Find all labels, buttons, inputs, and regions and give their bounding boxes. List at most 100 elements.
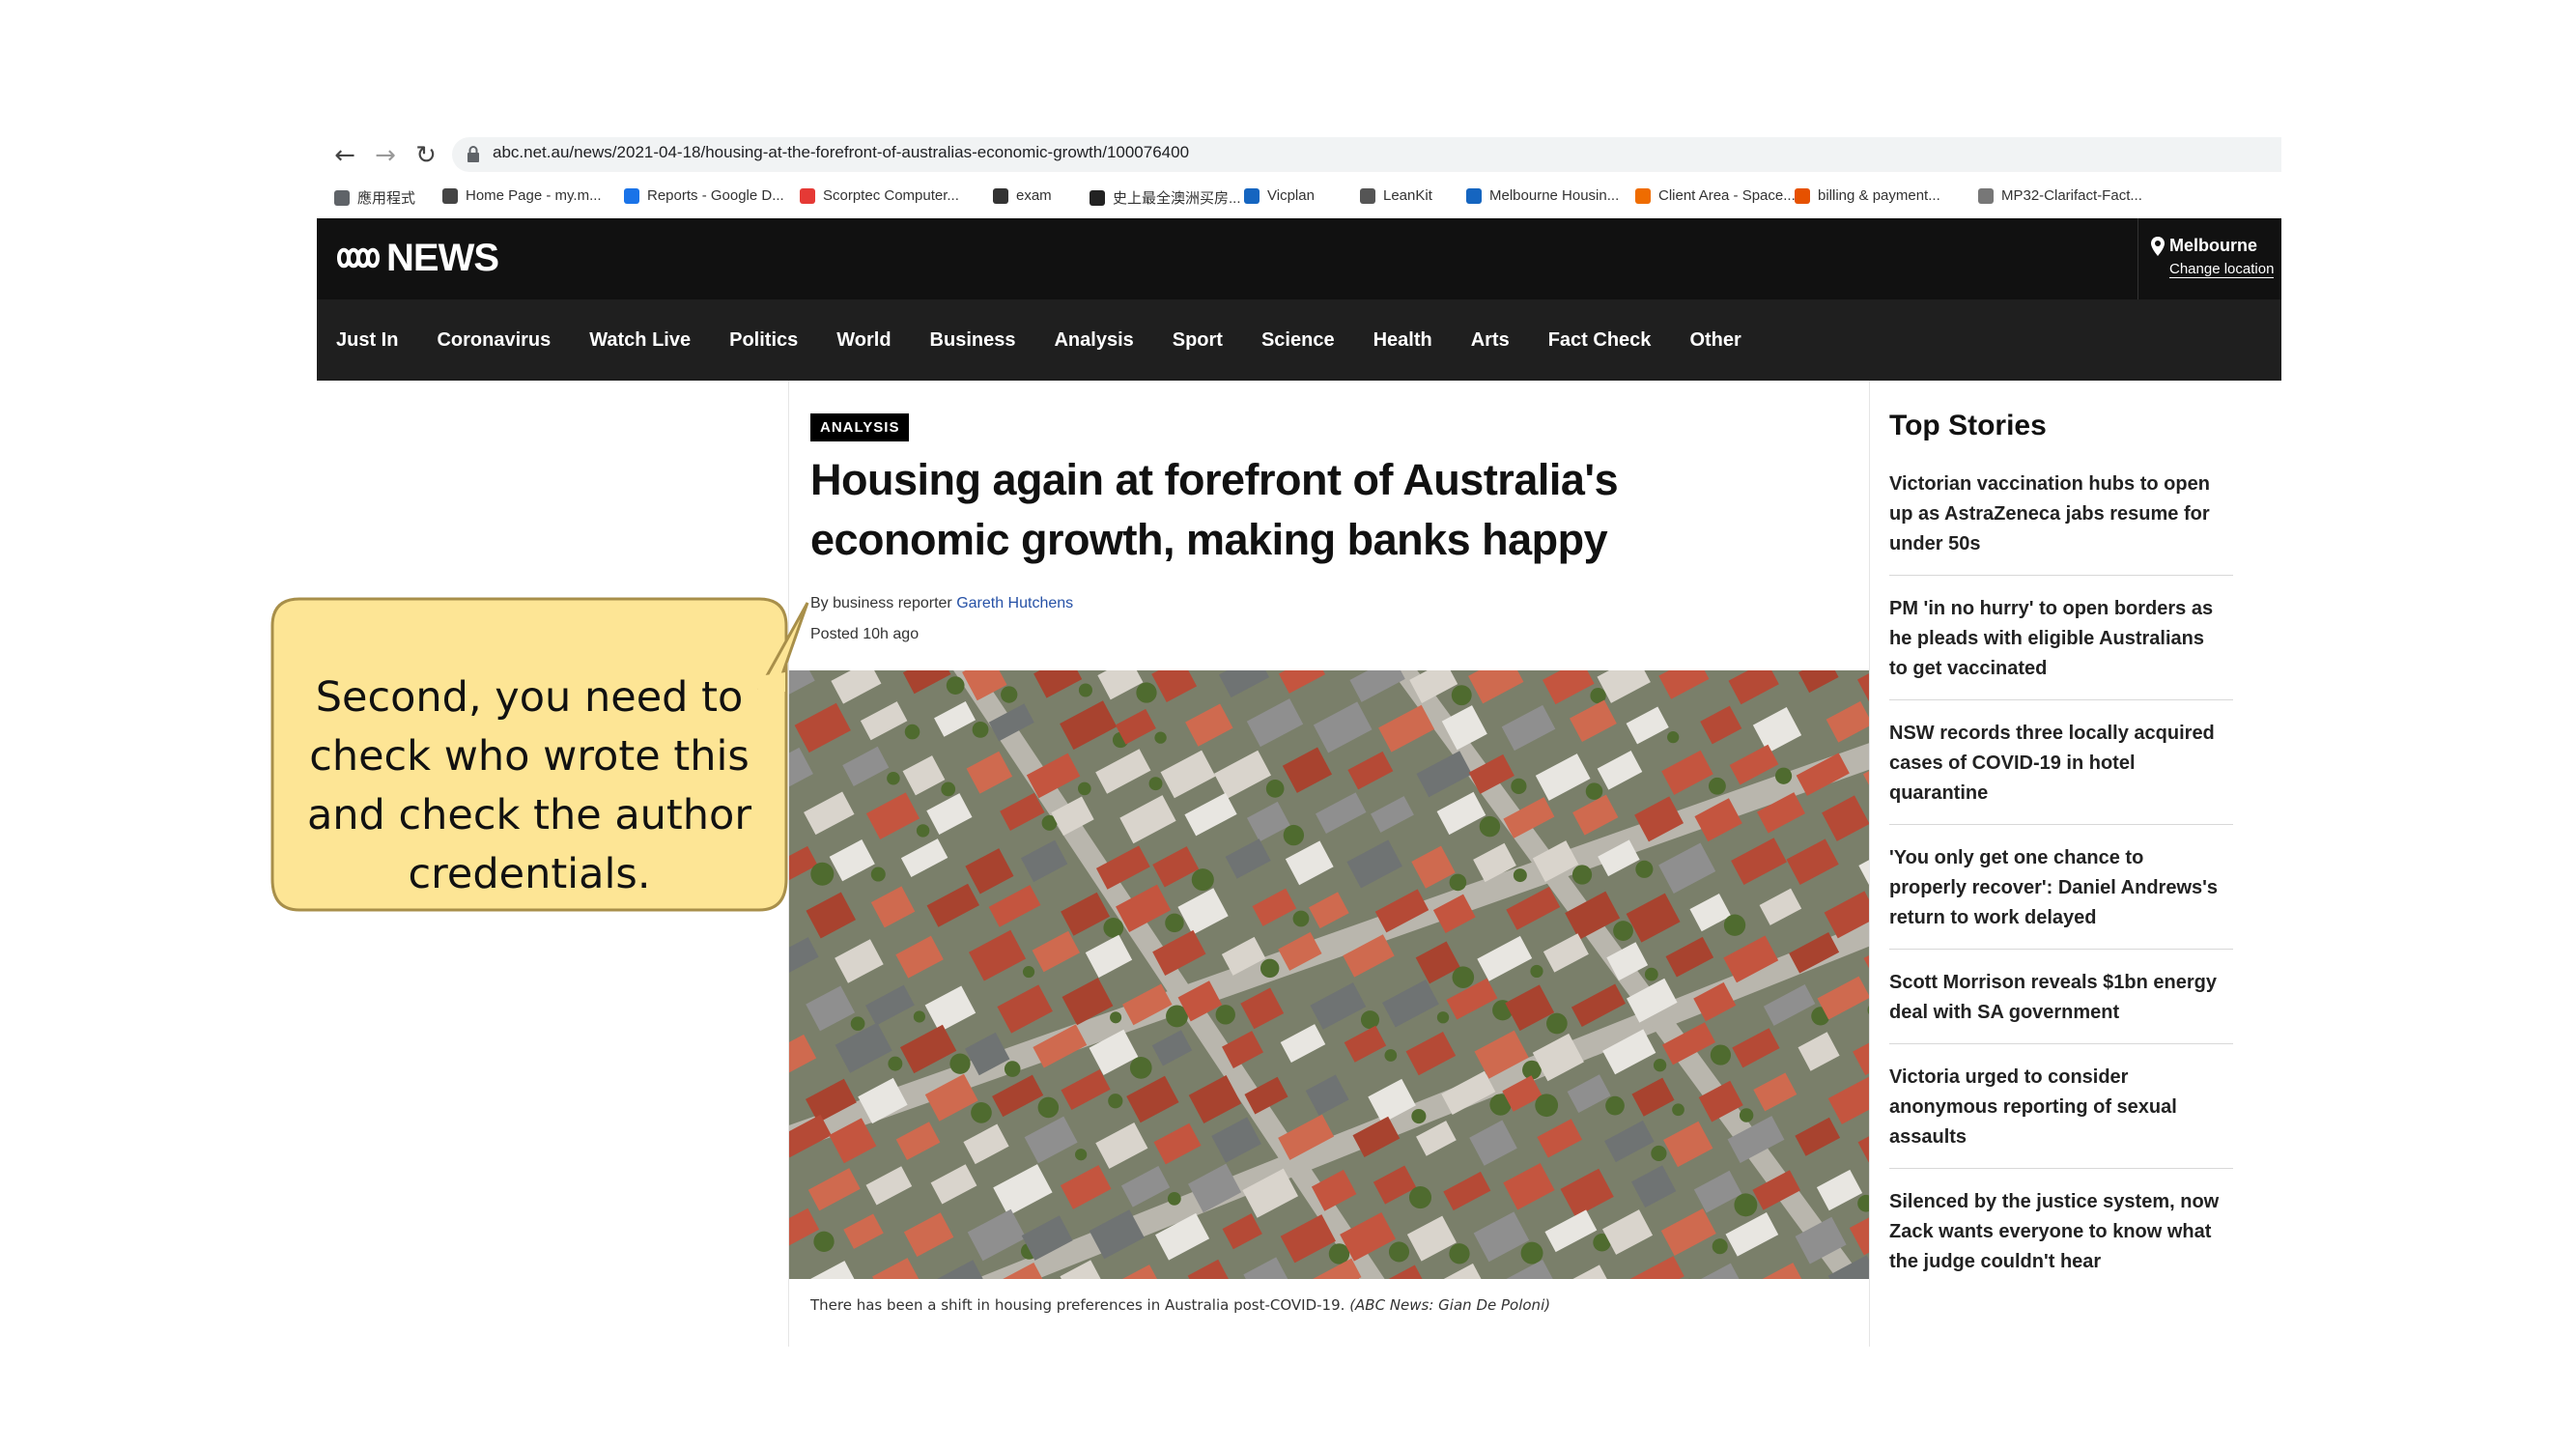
bookmark-label: Home Page - my.m...: [466, 187, 602, 204]
bookmark-label: MP32-Clarifact-Fact...: [2001, 187, 2142, 204]
bookmark-label: exam: [1016, 187, 1052, 204]
bookmark-favicon-icon: [624, 187, 639, 204]
nav-item-coronavirus[interactable]: Coronavirus: [417, 329, 570, 352]
photo-detail: [1667, 731, 1680, 744]
callout-line-1: Second, you need to: [315, 673, 744, 722]
main-navigation: Just In Coronavirus Watch Live Politics Worl…: [317, 299, 2281, 381]
top-story-link[interactable]: Scott Morrison reveals $1bn energy deal w…: [1889, 968, 2233, 1028]
article: ANALYSIS Housing again at forefront of A…: [788, 381, 1870, 1347]
top-story-link[interactable]: Victoria urged to consider anonymous repo…: [1889, 1063, 2233, 1152]
photo-detail: [1360, 1010, 1380, 1030]
callout-text: Second, you need to check who wrote this…: [290, 668, 769, 904]
photo-detail: [1129, 1056, 1152, 1079]
photo-detail: [904, 724, 920, 740]
photo-detail: [1037, 1096, 1060, 1119]
top-story-line: PM 'in no hurry' to open borders as: [1889, 598, 2214, 619]
nav-item-analysis[interactable]: Analysis: [1034, 329, 1152, 352]
bookmark-item[interactable]: Melbourne Housin...: [1466, 187, 1619, 204]
photo-detail: [1451, 685, 1472, 706]
bookmark-item[interactable]: Scorptec Computer...: [800, 187, 959, 204]
bookmark-favicon-icon: [1090, 189, 1105, 206]
bookmark-item[interactable]: Client Area - Space...: [1635, 187, 1796, 204]
nav-list: Just In Coronavirus Watch Live Politics Worl…: [317, 299, 1761, 381]
bookmark-favicon-icon: [334, 189, 350, 206]
photo-detail: [1774, 767, 1793, 784]
change-location-link[interactable]: Change location: [2169, 261, 2275, 278]
photo-detail: [1283, 824, 1305, 846]
location-city: Melbourne: [2169, 236, 2258, 255]
forward-arrow-icon[interactable]: →: [371, 141, 400, 170]
location-selector[interactable]: Melbourne Change location: [2137, 218, 2281, 299]
bookmark-favicon-icon: [1635, 187, 1651, 204]
bookmark-item[interactable]: 史上最全澳洲买房...: [1090, 187, 1241, 208]
top-story-link[interactable]: NSW records three locally acquired cases …: [1889, 719, 2233, 809]
nav-item-fact-check[interactable]: Fact Check: [1529, 329, 1671, 352]
bookmark-item[interactable]: MP32-Clarifact-Fact...: [1978, 187, 2142, 204]
top-stories-sidebar: Top Stories Victorian vaccination hubs t…: [1889, 381, 2237, 1347]
photo-caption: There has been a shift in housing prefer…: [810, 1296, 1550, 1314]
top-story-link[interactable]: PM 'in no hurry' to open borders as he pl…: [1889, 594, 2233, 684]
nav-item-watch-live[interactable]: Watch Live: [570, 329, 710, 352]
nav-item-health[interactable]: Health: [1354, 329, 1452, 352]
callout-line-3: and check the author: [306, 791, 752, 839]
top-story-line: NSW records three locally acquired: [1889, 723, 2215, 744]
bookmark-item[interactable]: LeanKit: [1360, 187, 1432, 204]
story-divider: [1889, 699, 2233, 700]
top-story-link[interactable]: Victorian vaccination hubs to open up as …: [1889, 469, 2233, 559]
abc-news-logo[interactable]: NEWS: [336, 236, 499, 280]
address-bar[interactable]: abc.net.au/news/2021-04-18/housing-at-th…: [452, 137, 2281, 172]
top-story-line: he pleads with eligible Australians: [1889, 628, 2205, 649]
nav-item-world[interactable]: World: [817, 329, 910, 352]
back-arrow-icon[interactable]: ←: [330, 141, 359, 170]
bookmark-favicon-icon: [1244, 187, 1260, 204]
top-story-link[interactable]: 'You only get one chance to properly reco…: [1889, 843, 2233, 933]
photo-detail: [1384, 1049, 1398, 1062]
photo-detail: [1265, 780, 1285, 798]
photo-detail: [1077, 781, 1091, 796]
article-headline: Housing again at forefront of Australia'…: [810, 450, 1854, 570]
top-story-line: Zack wants everyone to know what: [1889, 1221, 2212, 1242]
nav-item-arts[interactable]: Arts: [1452, 329, 1529, 352]
photo-detail: [1635, 860, 1654, 878]
bookmark-favicon-icon: [1795, 187, 1810, 204]
photo-detail: [1613, 921, 1633, 941]
bookmark-item[interactable]: exam: [993, 187, 1052, 204]
photo-detail: [1136, 682, 1157, 703]
posted-time: Posted 10h ago: [810, 626, 920, 642]
bookmark-label: billing & payment...: [1818, 187, 1940, 204]
photo-detail: [1110, 1011, 1122, 1024]
photo-detail: [813, 1231, 835, 1252]
photo-detail: [1449, 1243, 1470, 1264]
bookmark-favicon-icon: [1978, 187, 1994, 204]
nav-item-just-in[interactable]: Just In: [317, 329, 417, 352]
bookmark-item[interactable]: Vicplan: [1244, 187, 1315, 204]
author-link[interactable]: Gareth Hutchens: [956, 595, 1073, 611]
photo-detail: [887, 771, 900, 785]
reload-icon[interactable]: ↻: [411, 141, 440, 170]
nav-item-science[interactable]: Science: [1242, 329, 1354, 352]
top-story-line: return to work delayed: [1889, 907, 2097, 928]
photo-detail: [1022, 965, 1035, 979]
top-story-line: the judge couldn't hear: [1889, 1251, 2102, 1272]
top-story-line: assaults: [1889, 1126, 1967, 1148]
bookmark-label: 應用程式: [357, 190, 416, 207]
bookmark-item[interactable]: Home Page - my.m...: [442, 187, 602, 204]
nav-item-sport[interactable]: Sport: [1153, 329, 1242, 352]
photo-detail: [949, 1053, 971, 1074]
story-divider: [1889, 824, 2233, 825]
top-story-line: to get vaccinated: [1889, 658, 2048, 679]
nav-item-other[interactable]: Other: [1670, 329, 1760, 352]
top-story-line: anonymous reporting of sexual: [1889, 1096, 2177, 1118]
bookmark-item[interactable]: 應用程式: [334, 187, 415, 208]
lock-icon: [467, 146, 479, 162]
top-story-link[interactable]: Silenced by the justice system, now Zack …: [1889, 1187, 2233, 1277]
headline-line-2: economic growth, making banks happy: [810, 515, 1608, 564]
bookmark-item[interactable]: Reports - Google D...: [624, 187, 784, 204]
bookmark-item[interactable]: billing & payment...: [1795, 187, 1940, 204]
browser-chrome: ← → ↻ abc.net.au/news/2021-04-18/housing…: [317, 135, 2281, 218]
nav-item-business[interactable]: Business: [911, 329, 1035, 352]
url-text: abc.net.au/news/2021-04-18/housing-at-th…: [493, 143, 1190, 161]
photo-detail: [1388, 1241, 1410, 1263]
photo-detail: [1165, 913, 1184, 933]
nav-item-politics[interactable]: Politics: [710, 329, 817, 352]
